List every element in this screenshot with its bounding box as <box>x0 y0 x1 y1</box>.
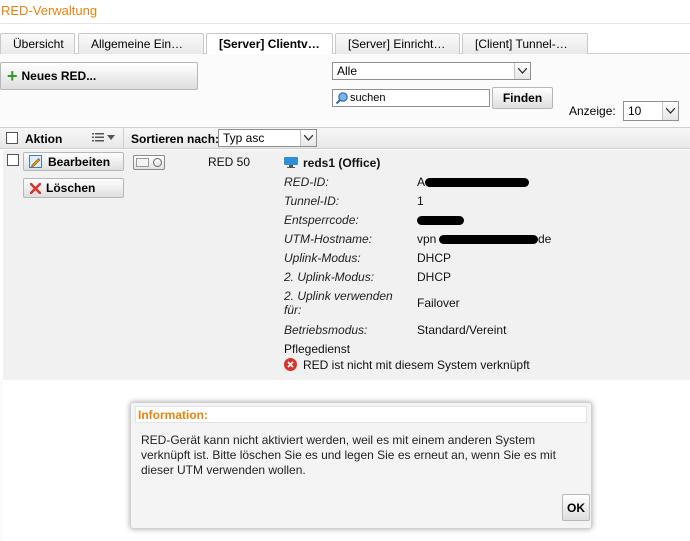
device-name: reds1 (Office) <box>303 156 381 170</box>
edit-button[interactable]: Bearbeiten <box>23 152 124 171</box>
dialog-title: Information: <box>135 406 587 423</box>
uplink2-usage-label: 2. Uplink verwenden für: <box>284 289 393 317</box>
tunnel-id-value: 1 <box>417 194 424 208</box>
new-red-button[interactable]: + Neues RED... <box>0 62 198 90</box>
display-label: Anzeige: <box>569 104 616 118</box>
toolbar: + Neues RED... Alle suchen Finden Anzeig… <box>0 54 690 127</box>
tab-client-tunnel[interactable]: [Client] Tunnel-… <box>462 33 588 54</box>
sort-select[interactable]: Typ asc <box>218 129 317 147</box>
utm-hostname-suffix: de <box>538 232 552 246</box>
edit-label: Bearbeiten <box>48 154 111 169</box>
page-title: RED-Verwaltung <box>0 0 690 24</box>
sort-label: Sortieren nach: <box>131 132 220 146</box>
find-button[interactable]: Finden <box>492 87 553 109</box>
uplink-mode-value: DHCP <box>417 251 452 265</box>
uplink2-mode-label: 2. Uplink-Modus: <box>284 270 375 284</box>
left-gutter <box>0 380 3 541</box>
ok-button[interactable]: OK <box>562 494 590 521</box>
uplink2-usage-value: Failover <box>417 296 460 310</box>
table-row: Bearbeiten Löschen RED 50 reds1 (Office)… <box>3 150 690 380</box>
search-icon <box>335 91 349 105</box>
chevron-down-icon <box>514 63 530 79</box>
device-icon <box>284 157 298 171</box>
model-label: RED 50 <box>208 155 251 169</box>
red-id-label: RED-ID: <box>284 175 329 189</box>
display-count-value: 10 <box>628 104 642 118</box>
table-header: Aktion Sortieren nach: Typ asc <box>0 127 690 149</box>
unlock-code-label: Entsperrcode: <box>284 213 359 227</box>
information-dialog: Information: RED-Gerät kann nicht aktivi… <box>130 402 592 529</box>
redaction-red-id <box>425 178 529 187</box>
uplink2-mode-value: DHCP <box>417 270 452 284</box>
tunnel-id-label: Tunnel-ID: <box>284 194 340 208</box>
red-id-value: A <box>417 175 426 189</box>
plus-icon: + <box>7 66 18 86</box>
dialog-message: RED-Gerät kann nicht aktiviert werden, w… <box>141 433 556 477</box>
tab-overview[interactable]: Übersicht <box>0 33 75 54</box>
tab-bar: Übersicht Allgemeine Ein… [Server] Clien… <box>0 33 690 55</box>
list-icon[interactable] <box>92 132 115 143</box>
operation-mode-value: Standard/Vereint <box>417 323 507 337</box>
redaction-unlock-code <box>417 216 464 225</box>
utm-hostname-value: vpn <box>417 232 437 246</box>
row-checkbox[interactable] <box>7 154 19 166</box>
tab-server-setup[interactable]: [Server] Einricht… <box>335 33 460 54</box>
display-count-select[interactable]: 10 <box>623 101 679 121</box>
filter-select[interactable]: Alle <box>332 62 531 80</box>
delete-label: Löschen <box>46 181 96 195</box>
tab-server-client-management[interactable]: [Server] Clientv… <box>206 33 333 55</box>
search-placeholder: suchen <box>350 92 386 104</box>
utm-hostname-label: UTM-Hostname: <box>284 232 373 246</box>
uplink-mode-label: Uplink-Modus: <box>284 251 361 265</box>
edit-icon <box>29 155 43 168</box>
redaction-hostname <box>439 235 538 244</box>
delete-button[interactable]: Löschen <box>23 178 124 198</box>
error-text: RED ist nicht mit diesem System verknüpf… <box>303 358 530 372</box>
action-header: Aktion <box>25 132 63 146</box>
new-red-label: Neues RED... <box>21 69 97 83</box>
toggle-icon[interactable] <box>133 155 165 170</box>
chevron-down-icon <box>300 130 316 146</box>
sort-select-value: Typ asc <box>223 131 265 145</box>
service-label: Pflegedienst <box>284 342 351 356</box>
error-icon <box>284 358 297 371</box>
select-all-checkbox[interactable] <box>6 132 18 144</box>
chevron-down-icon <box>662 102 678 120</box>
operation-mode-label: Betriebsmodus: <box>284 323 368 337</box>
search-input[interactable]: suchen <box>332 89 490 107</box>
tab-general-settings[interactable]: Allgemeine Ein… <box>78 33 204 54</box>
delete-icon <box>30 182 41 194</box>
filter-select-value: Alle <box>337 64 358 78</box>
